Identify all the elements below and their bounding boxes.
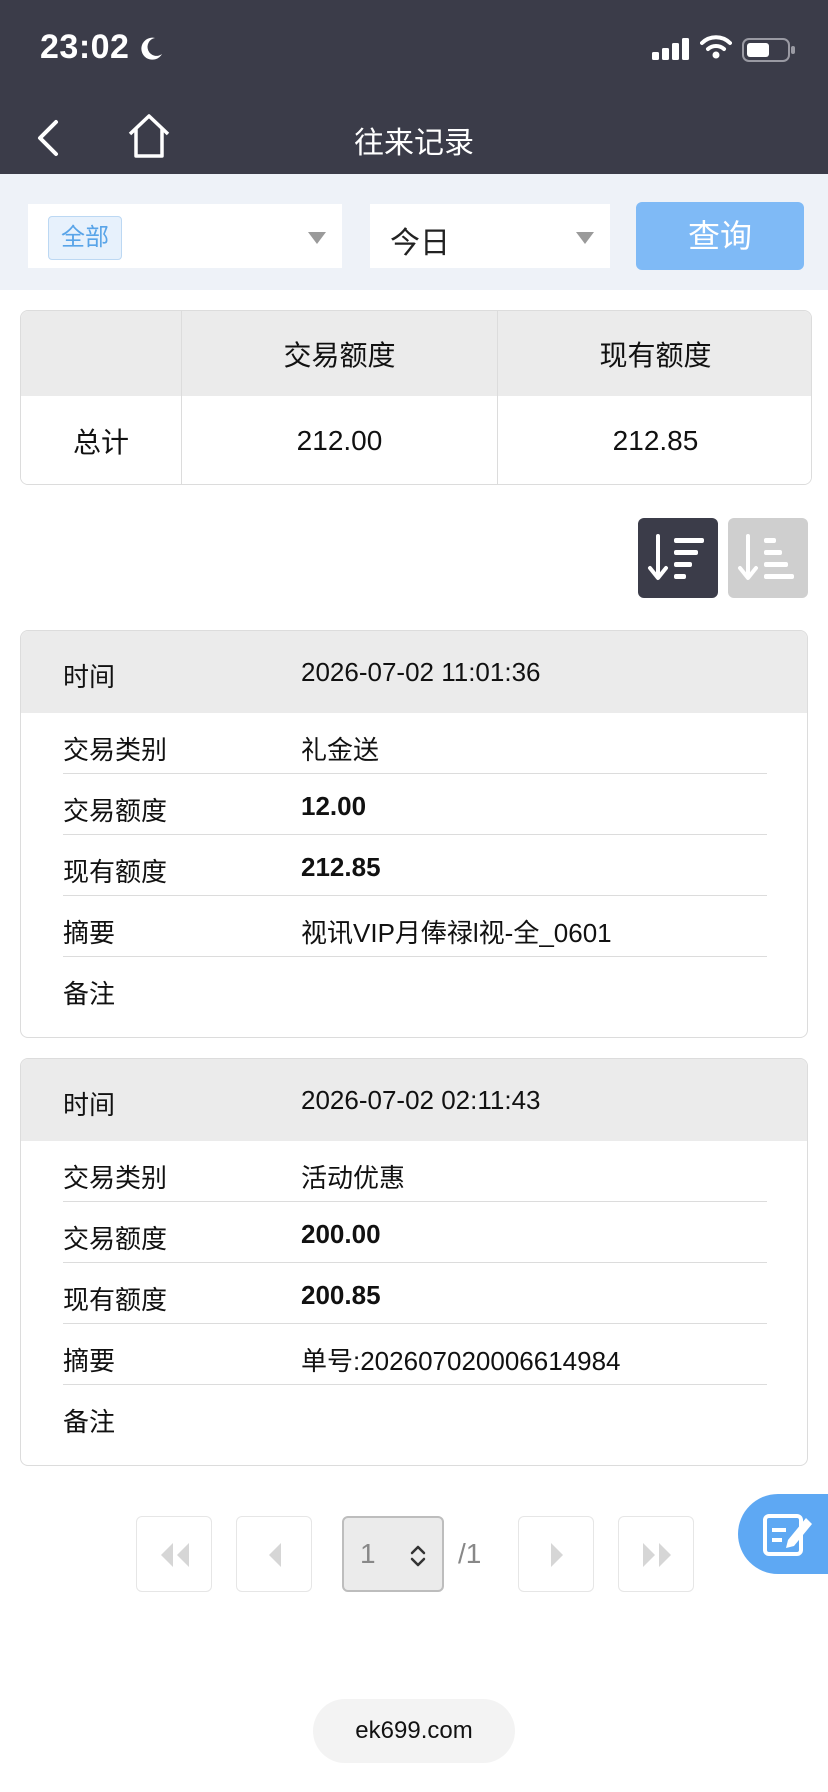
record-type-value: 活动优惠 <box>301 1163 406 1193</box>
query-button[interactable]: 查询 <box>636 202 804 270</box>
record-summary-value: 单号:202607020006614984 <box>301 1346 621 1376</box>
record-balance-value: 212.85 <box>301 852 381 882</box>
domain-label: ek699.com <box>313 1699 515 1763</box>
record-card: 时间 2026-07-02 11:01:36 交易类别 礼金送 交易额度 12.… <box>20 630 808 1038</box>
edit-icon <box>763 1514 812 1556</box>
sort-descending-button[interactable] <box>638 518 718 598</box>
page-title: 往来记录 <box>354 127 474 160</box>
type-select[interactable]: 全部 <box>28 204 342 268</box>
current-page: 1 <box>360 1538 376 1569</box>
chevron-down-icon <box>576 232 594 244</box>
stepper-icon <box>410 1545 426 1567</box>
record-time-value: 2026-07-02 02:11:43 <box>301 1085 541 1115</box>
edit-floating-button[interactable] <box>738 1494 828 1574</box>
last-page-icon <box>643 1543 671 1567</box>
record-type-label: 交易类别 <box>63 735 168 765</box>
record-balance-value: 200.85 <box>301 1280 381 1310</box>
signal-icon <box>652 38 689 60</box>
record-amount-row: 交易额度 200.00 <box>63 1202 767 1263</box>
record-time-label: 时间 <box>63 1090 116 1120</box>
record-balance-row: 现有额度 212.85 <box>63 835 767 896</box>
battery-icon <box>742 38 795 62</box>
app-header: 23:02 往来记录 <box>0 0 828 174</box>
summary-total-balance: 212.85 <box>612 425 699 456</box>
sort-descending-icon <box>648 534 704 580</box>
last-page-button[interactable] <box>618 1516 694 1592</box>
sort-ascending-button[interactable] <box>728 518 808 598</box>
record-summary-row: 摘要 视讯VIP月俸禄l视-全_0601 <box>63 896 767 957</box>
date-value: 今日 <box>390 227 450 260</box>
record-summary-value: 视讯VIP月俸禄l视-全_0601 <box>301 918 612 948</box>
record-balance-label: 现有额度 <box>63 857 168 887</box>
record-time-row: 时间 2026-07-02 02:11:43 <box>21 1059 807 1141</box>
record-time-label: 时间 <box>63 662 116 692</box>
record-card: 时间 2026-07-02 02:11:43 交易类别 活动优惠 交易额度 20… <box>20 1058 808 1466</box>
record-amount-value: 12.00 <box>301 791 367 821</box>
record-balance-label: 现有额度 <box>63 1285 168 1315</box>
record-note-label: 备注 <box>63 1407 116 1437</box>
record-summary-row: 摘要 单号:202607020006614984 <box>63 1324 767 1385</box>
record-type-label: 交易类别 <box>63 1163 168 1193</box>
summary-table: 交易额度 现有额度 总计 212.00 212.85 <box>20 310 812 485</box>
prev-page-button[interactable] <box>236 1516 312 1592</box>
record-type-row: 交易类别 礼金送 <box>63 713 767 774</box>
summary-header-empty <box>21 311 182 396</box>
next-page-icon <box>551 1543 563 1567</box>
record-balance-row: 现有额度 200.85 <box>63 1263 767 1324</box>
first-page-icon <box>161 1543 189 1567</box>
prev-page-icon <box>269 1543 281 1567</box>
summary-header-balance: 现有额度 <box>599 339 712 371</box>
summary-header-row: 交易额度 现有额度 <box>21 311 811 396</box>
pagination: 1 /1 <box>0 1516 828 1592</box>
summary-total-row: 总计 212.00 212.85 <box>21 396 811 484</box>
record-time-value: 2026-07-02 11:01:36 <box>301 657 541 687</box>
record-note-row: 备注 <box>63 1385 767 1457</box>
sort-ascending-icon <box>738 534 794 580</box>
filter-bar: 全部 今日 查询 <box>0 174 828 290</box>
record-note-label: 备注 <box>63 979 116 1009</box>
next-page-button[interactable] <box>518 1516 594 1592</box>
record-type-value: 礼金送 <box>301 735 380 765</box>
record-summary-label: 摘要 <box>63 1346 116 1376</box>
date-select[interactable]: 今日 <box>370 204 610 268</box>
type-tag: 全部 <box>48 216 122 260</box>
record-note-row: 备注 <box>63 957 767 1029</box>
record-summary-label: 摘要 <box>63 918 116 948</box>
moon-icon <box>141 37 162 60</box>
record-amount-value: 200.00 <box>301 1219 381 1249</box>
record-type-row: 交易类别 活动优惠 <box>63 1141 767 1202</box>
summary-total-trade: 212.00 <box>182 396 498 484</box>
first-page-button[interactable] <box>136 1516 212 1592</box>
chevron-down-icon <box>308 232 326 244</box>
wifi-icon <box>700 35 732 59</box>
status-time: 23:02 <box>40 28 130 66</box>
summary-total-label: 总计 <box>21 396 182 484</box>
record-amount-row: 交易额度 12.00 <box>63 774 767 835</box>
summary-header-trade: 交易额度 <box>182 311 498 396</box>
record-amount-label: 交易额度 <box>63 796 168 826</box>
record-time-row: 时间 2026-07-02 11:01:36 <box>21 631 807 713</box>
record-amount-label: 交易额度 <box>63 1224 168 1254</box>
page-total: /1 <box>458 1538 482 1569</box>
page-number-select[interactable]: 1 <box>342 1516 444 1592</box>
